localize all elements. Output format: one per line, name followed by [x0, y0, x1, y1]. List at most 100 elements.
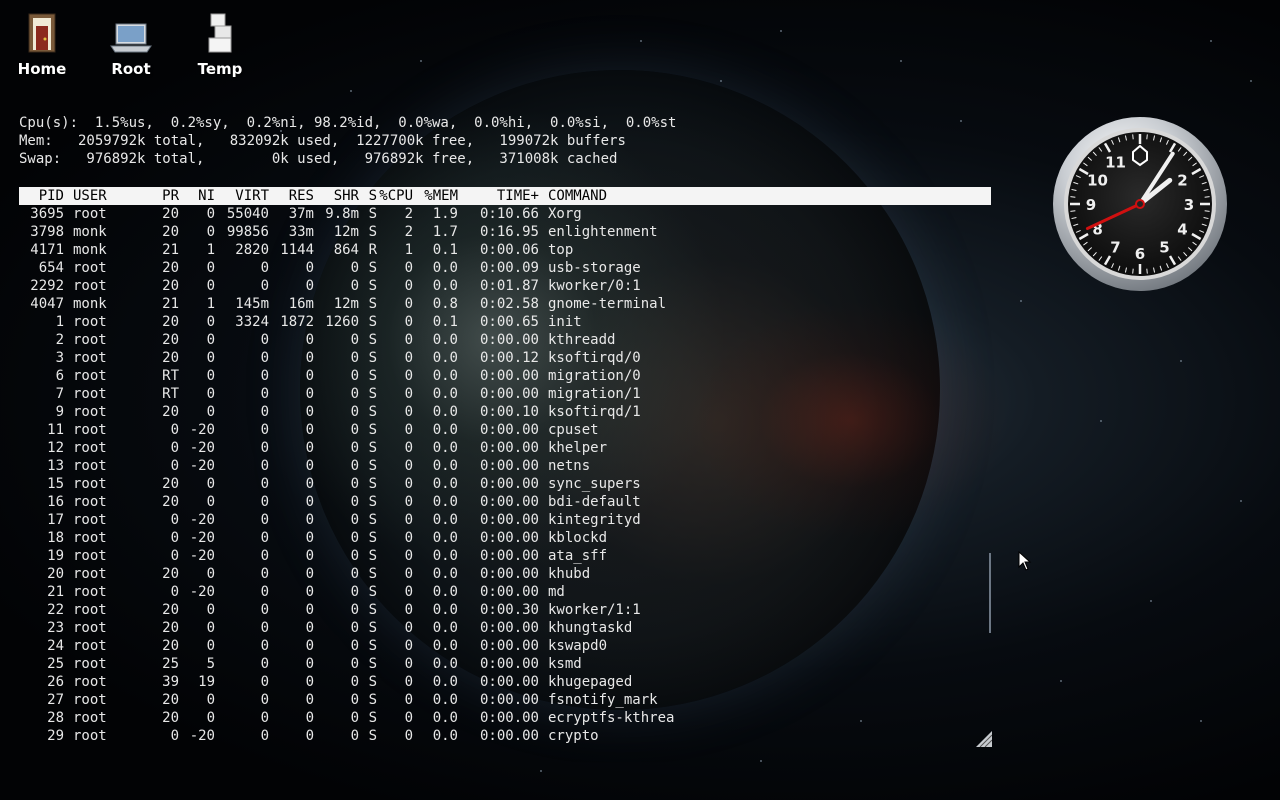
clock-tick — [1204, 210, 1210, 212]
cell-virt: 0 — [260, 422, 269, 438]
clock-tick — [1070, 210, 1076, 212]
cell-cpu: 0 — [404, 710, 413, 726]
cell-virt: 0 — [260, 692, 269, 708]
desktop-icon-home[interactable]: Home — [0, 10, 87, 78]
cell-ni: -20 — [189, 530, 215, 546]
cell-user: root — [73, 440, 107, 456]
cell-cpu: 0 — [404, 296, 413, 312]
cell-pr: 20 — [162, 476, 179, 492]
cell-ni: 0 — [206, 476, 215, 492]
cell-shr: 0 — [350, 476, 359, 492]
cell-virt: 0 — [260, 386, 269, 402]
star — [1180, 360, 1182, 362]
mouse-cursor-icon — [1018, 551, 1032, 571]
clock-tick — [1204, 196, 1210, 198]
cell-shr: 0 — [350, 260, 359, 276]
cell-s: S — [368, 602, 377, 618]
process-row: 3798 monk 20 0 99856 33m 12m S 2 1.7 0:16.95 enligh… — [19, 223, 674, 241]
wallpaper-glow — [690, 300, 1010, 540]
cell-shr: 0 — [350, 278, 359, 294]
star — [1060, 680, 1062, 682]
cell-ni: 0 — [206, 224, 215, 240]
cell-ni: 0 — [206, 260, 215, 276]
cell-res: 0 — [305, 602, 314, 618]
clock-numeral: 7 — [1110, 238, 1120, 256]
col-res: RES — [288, 188, 314, 204]
cell-s: S — [368, 368, 377, 384]
process-row: 20 root 20 0 0 0 0 S 0 0.0 0:00.00 khubd — [19, 565, 674, 583]
cell-s: S — [368, 350, 377, 366]
cell-s: R — [368, 242, 377, 258]
col-shr: SHR — [333, 188, 359, 204]
cell-virt: 0 — [260, 620, 269, 636]
col-cpu: %CPU — [379, 188, 413, 204]
cell-pid: 16 — [47, 494, 64, 510]
analog-clock-widget[interactable]: 234567891011 — [1052, 116, 1228, 292]
cell-user: root — [73, 638, 107, 654]
cell-s: S — [368, 278, 377, 294]
cell-time: 0:00.00 — [479, 458, 539, 474]
cell-pr: 20 — [162, 638, 179, 654]
cell-command: kworker/1:1 — [548, 602, 641, 618]
cell-mem: 0.0 — [432, 656, 458, 672]
cell-pid: 11 — [47, 422, 64, 438]
cell-res: 0 — [305, 674, 314, 690]
cell-time: 0:00.00 — [479, 710, 539, 726]
cell-cpu: 1 — [404, 242, 413, 258]
process-row: 4047 monk 21 1 145m 16m 12m S 0 0.8 0:02.58 gnome-t… — [19, 295, 674, 313]
cell-cpu: 0 — [404, 278, 413, 294]
cell-user: root — [73, 422, 107, 438]
cell-res: 0 — [305, 656, 314, 672]
clock-numeral: 10 — [1087, 172, 1108, 190]
cell-res: 0 — [305, 332, 314, 348]
cell-time: 0:00.65 — [479, 314, 539, 330]
cell-pid: 18 — [47, 530, 64, 546]
cell-command: cpuset — [548, 422, 599, 438]
cell-ni: 0 — [206, 278, 215, 294]
terminal-scrollbar[interactable] — [989, 553, 991, 633]
cell-time: 0:00.00 — [479, 674, 539, 690]
cell-res: 0 — [305, 548, 314, 564]
cell-command: khelper — [548, 440, 608, 456]
process-row: 4171 monk 21 1 2820 1144 864 R 1 0.1 0:00.06 top — [19, 241, 674, 259]
desktop-icon-root[interactable]: Root — [86, 10, 176, 78]
cell-mem: 0.0 — [432, 278, 458, 294]
cell-res: 0 — [305, 260, 314, 276]
cell-s: S — [368, 710, 377, 726]
cell-ni: -20 — [189, 584, 215, 600]
cell-pid: 3798 — [30, 224, 64, 240]
cell-pid: 13 — [47, 458, 64, 474]
cell-res: 0 — [305, 710, 314, 726]
cell-shr: 0 — [350, 602, 359, 618]
door-icon — [0, 10, 87, 54]
cell-time: 0:00.00 — [479, 530, 539, 546]
cell-pid: 1 — [55, 314, 64, 330]
cell-mem: 0.0 — [432, 476, 458, 492]
cell-res: 0 — [305, 566, 314, 582]
cell-pr: 0 — [170, 512, 179, 528]
desktop-icon-temp[interactable]: Temp — [175, 10, 265, 78]
cell-shr: 0 — [350, 656, 359, 672]
cell-cpu: 0 — [404, 458, 413, 474]
cell-res: 0 — [305, 638, 314, 654]
cell-shr: 12m — [333, 224, 359, 240]
cell-virt: 0 — [260, 566, 269, 582]
col-pr: PR — [162, 188, 179, 204]
cell-virt: 0 — [260, 368, 269, 384]
clock-numeral: 5 — [1159, 238, 1169, 256]
cell-mem: 0.0 — [432, 332, 458, 348]
cell-command: md — [548, 584, 565, 600]
cell-cpu: 0 — [404, 584, 413, 600]
cell-virt: 0 — [260, 350, 269, 366]
star — [780, 30, 782, 32]
cell-res: 0 — [305, 386, 314, 402]
cell-shr: 0 — [350, 422, 359, 438]
cell-virt: 0 — [260, 602, 269, 618]
cell-cpu: 2 — [404, 224, 413, 240]
cell-mem: 0.0 — [432, 422, 458, 438]
cell-command: crypto — [548, 728, 599, 744]
cell-time: 0:00.00 — [479, 656, 539, 672]
cell-cpu: 0 — [404, 602, 413, 618]
cell-pid: 9 — [55, 404, 64, 420]
resize-grip-icon[interactable] — [976, 731, 992, 747]
